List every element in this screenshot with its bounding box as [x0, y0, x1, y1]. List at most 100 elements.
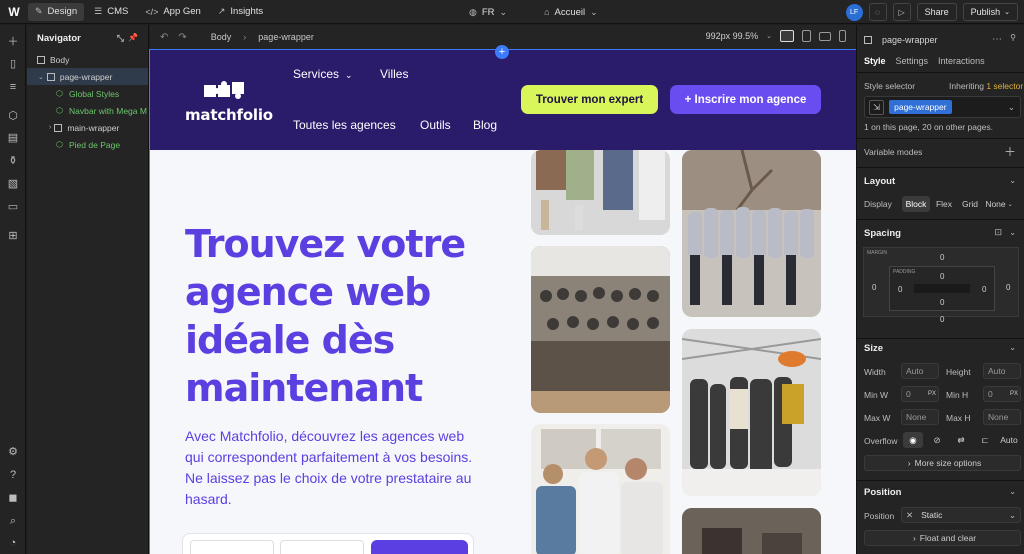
mode-insights[interactable]: ↗ Insights	[211, 3, 270, 21]
chevron-down-icon[interactable]: ⌄	[1009, 343, 1016, 352]
tab-interactions[interactable]: Interactions	[938, 56, 985, 66]
padding-right[interactable]: 0	[982, 285, 986, 294]
service-field[interactable]	[190, 540, 274, 554]
display-flex[interactable]: Flex	[932, 196, 956, 212]
tree-item-body[interactable]: Body	[27, 51, 148, 68]
city-field[interactable]	[280, 540, 364, 554]
padding-bottom[interactable]: 0	[940, 298, 944, 307]
locale-select[interactable]: ◍ FR ⌄	[462, 3, 514, 21]
page-canvas[interactable]: matchfolio Services ⌄ Villes Toutes les a…	[149, 49, 857, 554]
position-select[interactable]: ✕ Static ⌄	[901, 507, 1021, 523]
tree-item-footer[interactable]: ⬡ Pied de Page	[27, 136, 148, 153]
width-input[interactable]: Auto	[901, 363, 939, 379]
collapse-icon[interactable]: ⤡	[117, 33, 124, 44]
add-section-icon[interactable]: +	[495, 45, 509, 59]
assets-icon[interactable]: ▧	[6, 177, 20, 191]
chevron-down-icon[interactable]: ⌄	[1009, 176, 1016, 185]
navigator-icon[interactable]: ≡	[6, 80, 20, 94]
mode-cms[interactable]: ☰ CMS	[87, 3, 135, 21]
padding-left[interactable]: 0	[898, 285, 902, 294]
more-size-options-button[interactable]: › More size options	[864, 455, 1021, 471]
margin-top[interactable]: 0	[940, 253, 944, 262]
undo-icon[interactable]: ↶	[160, 32, 168, 43]
redo-icon[interactable]: ↷	[178, 32, 186, 43]
min-width-input[interactable]: 0 PX	[901, 386, 939, 402]
page-select[interactable]: ⌂ Accueil ⌄	[537, 3, 605, 21]
spacing-preset-icon[interactable]: ⊡	[994, 227, 1002, 238]
tree-item-main-wrapper[interactable]: › main-wrapper	[27, 119, 148, 136]
chevron-down-icon[interactable]: ⌄	[1009, 228, 1016, 237]
breadcrumb-page-wrapper[interactable]: page-wrapper	[258, 32, 314, 42]
float-and-clear-button[interactable]: › Float and clear	[864, 530, 1021, 546]
nav-villes[interactable]: Villes	[380, 67, 408, 81]
breadcrumb-body[interactable]: Body	[211, 32, 232, 42]
record-icon[interactable]: ◼	[6, 491, 20, 505]
mobile-breakpoint-icon[interactable]	[839, 30, 846, 42]
height-input[interactable]: Auto	[983, 363, 1021, 379]
breakpoint-size[interactable]: 992px 99.5%	[706, 31, 759, 41]
pages-icon[interactable]: ▯	[6, 57, 20, 71]
nav-blog[interactable]: Blog	[473, 118, 497, 132]
apps-icon[interactable]: ⊞	[6, 229, 20, 243]
tablet-breakpoint-icon[interactable]	[802, 30, 811, 42]
add-icon[interactable]: ＋	[6, 35, 20, 49]
display-grid[interactable]: Grid	[958, 196, 982, 212]
cms-icon[interactable]: ▤	[6, 131, 20, 145]
help-icon[interactable]: ?	[6, 468, 20, 482]
inheriting-count[interactable]: 1 selector	[986, 81, 1023, 91]
tree-item-page-wrapper[interactable]: ⌄ page-wrapper	[27, 68, 148, 85]
nav-outils[interactable]: Outils	[420, 118, 451, 132]
register-agency-button[interactable]: + Inscrire mon agence	[670, 85, 821, 114]
find-expert-button[interactable]: Trouver mon expert	[521, 85, 658, 114]
site-navbar[interactable]: matchfolio Services ⌄ Villes Toutes les a…	[150, 50, 856, 150]
mode-app-gen[interactable]: </> App Gen	[138, 3, 208, 21]
unit-label[interactable]: PX	[928, 391, 936, 397]
tab-settings[interactable]: Settings	[896, 56, 929, 66]
overflow-auto[interactable]: Auto	[997, 432, 1021, 448]
nav-agences[interactable]: Toutes les agences	[293, 118, 396, 132]
audit-icon[interactable]: ◔	[6, 536, 20, 550]
tree-item-navbar[interactable]: ⬡ Navbar with Mega M	[27, 102, 148, 119]
unit-label[interactable]: PX	[1010, 391, 1018, 397]
landscape-breakpoint-icon[interactable]	[819, 31, 831, 41]
add-icon[interactable]: ＋	[1004, 143, 1016, 160]
preview-button[interactable]: ▷	[892, 3, 911, 21]
components-icon[interactable]: ⚲	[1010, 33, 1016, 42]
overflow-scroll-icon[interactable]: ⇄	[951, 432, 971, 448]
desktop-breakpoint-icon[interactable]	[780, 30, 794, 42]
mode-design[interactable]: ✎ Design	[28, 2, 85, 21]
overflow-visible-icon[interactable]: ◉	[903, 432, 923, 448]
tree-item-global-styles[interactable]: ⬡ Global Styles	[27, 85, 148, 102]
min-height-label: Min H	[946, 390, 969, 400]
chevron-down-icon[interactable]: ⌄	[1009, 487, 1016, 496]
pin-icon[interactable]: 📌	[128, 33, 138, 42]
selector-chip[interactable]: page-wrapper	[889, 100, 952, 114]
share-button[interactable]: Share	[916, 3, 957, 21]
padding-top[interactable]: 0	[940, 272, 944, 281]
overflow-hidden-icon[interactable]: ⊘	[927, 432, 947, 448]
components-icon[interactable]: ⬡	[6, 109, 20, 123]
min-height-input[interactable]: 0 PX	[983, 386, 1021, 402]
display-block[interactable]: Block	[902, 196, 930, 212]
settings-icon[interactable]: ⚙	[6, 445, 20, 459]
library-icon[interactable]: ▭	[6, 200, 20, 214]
more-icon[interactable]: ⋯	[992, 34, 1002, 45]
tab-style[interactable]: Style	[864, 56, 886, 66]
avatar[interactable]: LF	[845, 3, 863, 21]
webflow-logo[interactable]: W	[0, 0, 28, 24]
search-button[interactable]	[371, 540, 468, 554]
variables-icon[interactable]: ⚱	[6, 154, 20, 168]
margin-bottom[interactable]: 0	[940, 315, 944, 324]
margin-right[interactable]: 0	[1006, 283, 1010, 292]
margin-left[interactable]: 0	[872, 283, 876, 292]
overflow-clip-icon[interactable]: ⊏	[975, 432, 995, 448]
search-icon[interactable]: ⌕	[6, 514, 20, 528]
comments-button[interactable]: ◌	[868, 3, 887, 21]
publish-button[interactable]: Publish ⌄	[962, 3, 1018, 21]
selector-input[interactable]: ⇲ page-wrapper ⌄	[864, 96, 1021, 118]
display-none[interactable]: None ⌄	[984, 196, 1014, 212]
max-width-input[interactable]: None	[901, 409, 939, 425]
brand-name[interactable]: matchfolio	[185, 106, 273, 124]
max-height-input[interactable]: None	[983, 409, 1021, 425]
nav-services[interactable]: Services ⌄	[293, 67, 353, 81]
